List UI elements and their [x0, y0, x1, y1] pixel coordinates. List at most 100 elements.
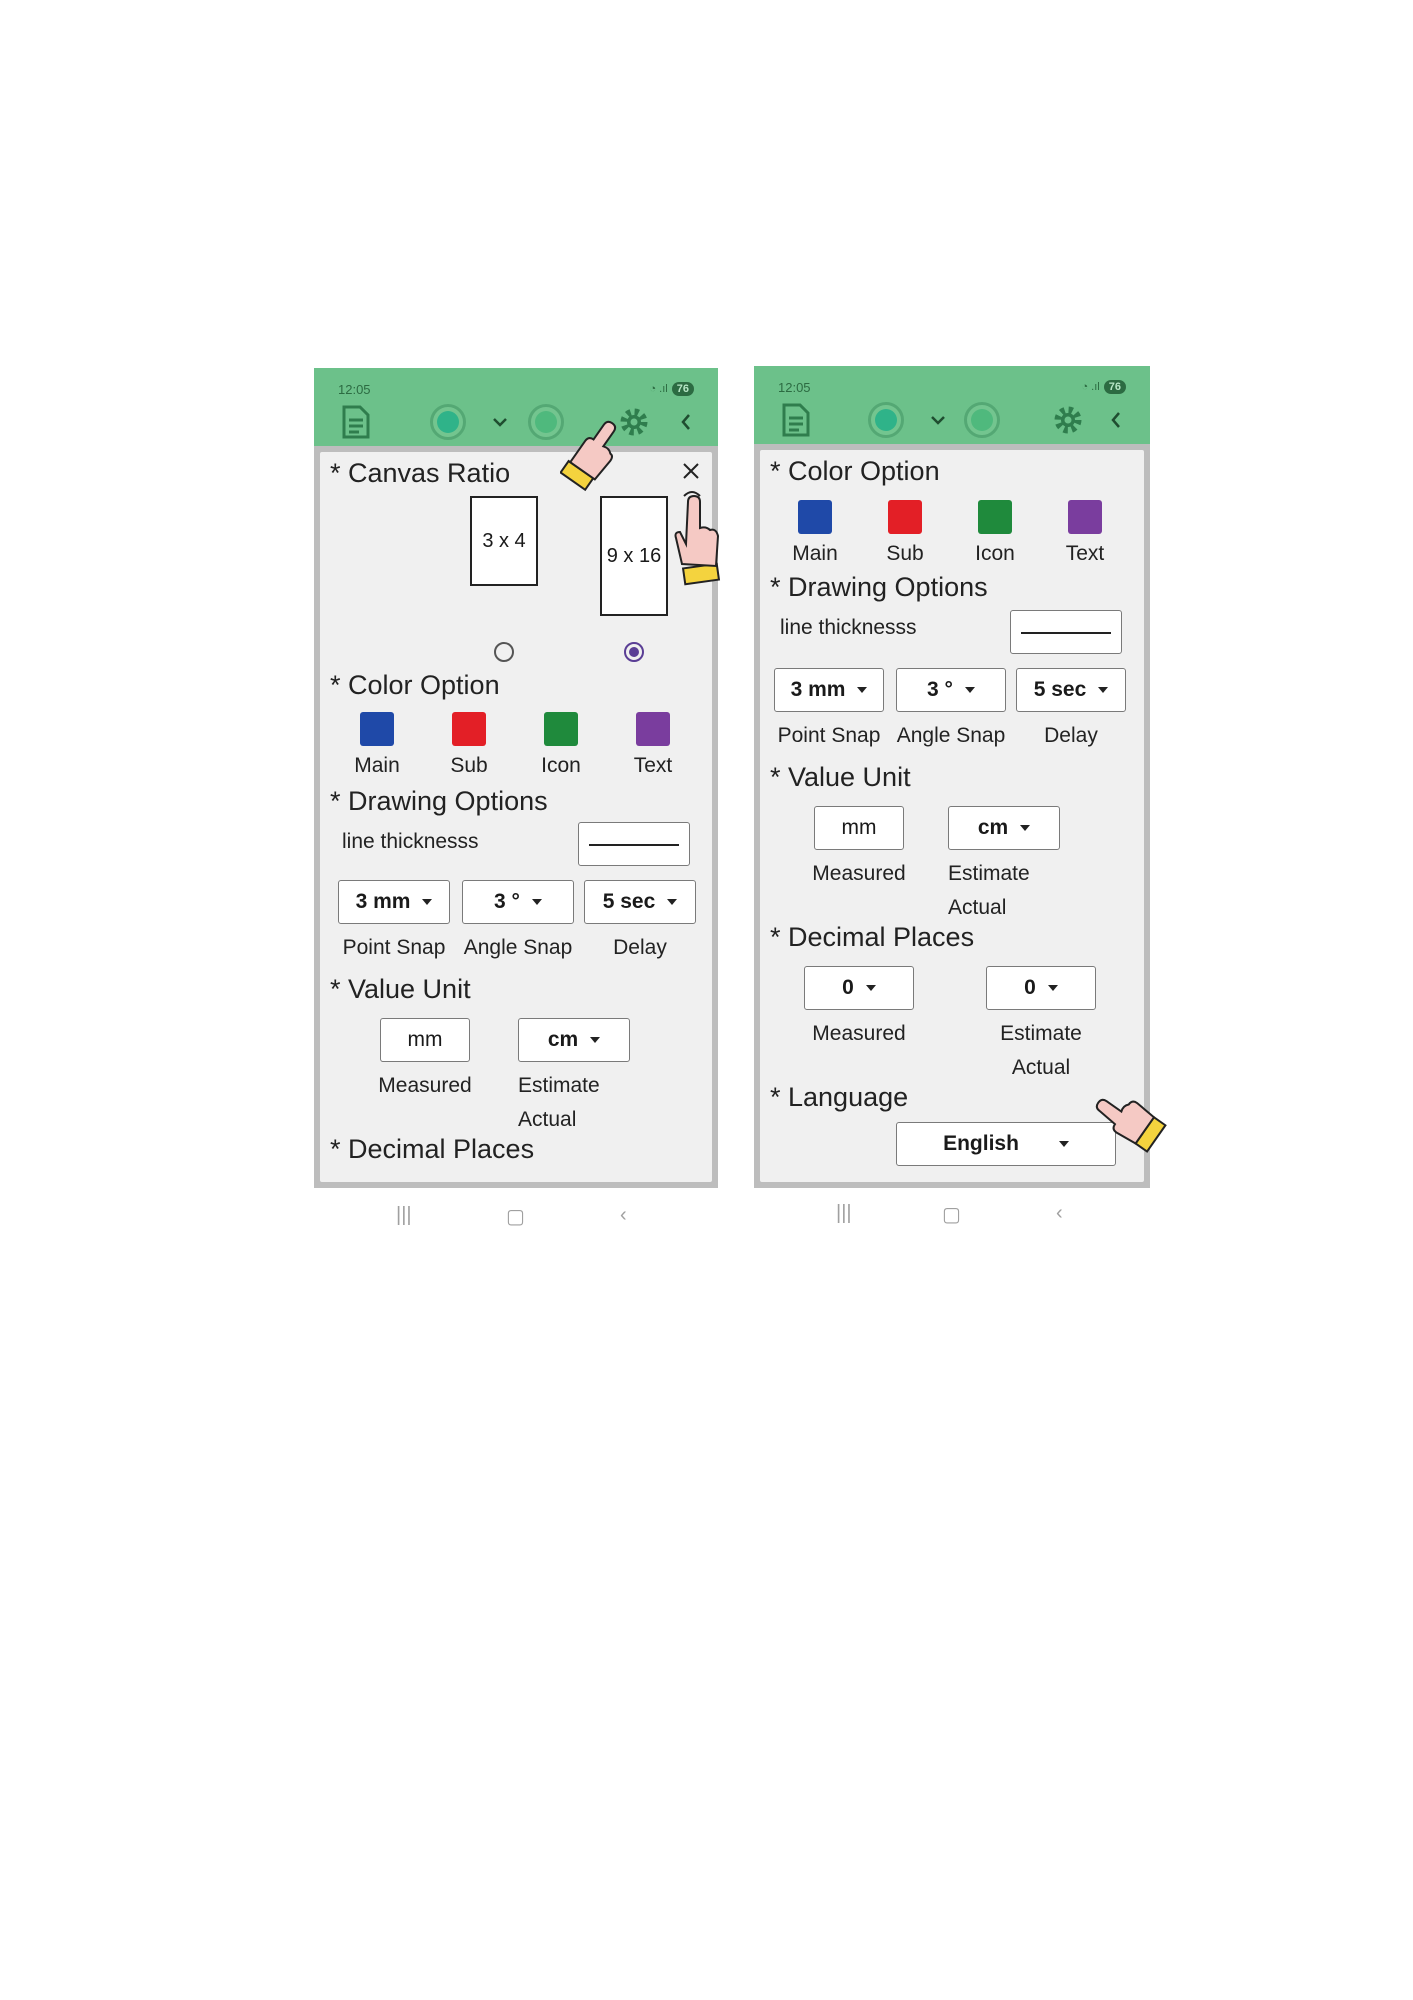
- phone-screen-left: 12:05 ◔ .ıl 76 * Canvas Ratio 3 x 4 9 x …: [314, 368, 718, 1188]
- color-option-title: * Color Option: [770, 456, 940, 486]
- ratio-9x16-option[interactable]: 9 x 16: [600, 496, 668, 616]
- main-color-label: Main: [792, 542, 838, 565]
- line-thickness-picker[interactable]: [578, 822, 690, 866]
- point-snap-dropdown[interactable]: 3 mm: [774, 668, 884, 712]
- gear-icon[interactable]: [1050, 402, 1086, 438]
- record-icon[interactable]: [868, 402, 904, 438]
- language-dropdown[interactable]: English: [896, 1122, 1116, 1166]
- record-icon-secondary[interactable]: [964, 402, 1000, 438]
- recent-apps-icon[interactable]: |||: [836, 1202, 852, 1225]
- point-snap-value: 3 mm: [355, 890, 411, 913]
- angle-snap-label: Angle Snap: [463, 936, 573, 959]
- sub-color-swatch[interactable]: [452, 712, 486, 746]
- measured-decimal-label: Measured: [812, 1022, 906, 1045]
- measured-decimal-value: 0: [842, 976, 854, 999]
- record-icon[interactable]: [430, 404, 466, 440]
- phone-screen-right: 12:05 ◔ .ıl 76 * Color Option Main Sub I…: [754, 366, 1150, 1188]
- icon-color-label: Icon: [975, 542, 1015, 565]
- angle-snap-value: 3 °: [927, 678, 953, 701]
- measured-label: Measured: [378, 1074, 472, 1097]
- line-thickness-label: line thicknesss: [780, 616, 917, 639]
- estimate-unit-dropdown[interactable]: cm: [518, 1018, 630, 1062]
- line-thickness-label: line thicknesss: [342, 830, 479, 853]
- caret-down-icon: [590, 1037, 601, 1043]
- settings-panel-content: * Canvas Ratio 3 x 4 9 x 16 * Color Opti…: [320, 452, 712, 1182]
- point-snap-label: Point Snap: [342, 936, 446, 959]
- chevron-down-icon[interactable]: [920, 402, 956, 438]
- angle-snap-dropdown[interactable]: 3 °: [896, 668, 1006, 712]
- drawing-options-title: * Drawing Options: [770, 572, 988, 602]
- caret-down-icon: [1020, 825, 1031, 831]
- canvas-ratio-title: * Canvas Ratio: [330, 458, 511, 488]
- record-icon-secondary[interactable]: [528, 404, 564, 440]
- home-icon[interactable]: ▢: [942, 1202, 961, 1227]
- main-color-label: Main: [354, 754, 400, 777]
- close-icon[interactable]: [680, 460, 702, 482]
- ratio-3x4-radio[interactable]: [494, 642, 514, 662]
- back-nav-icon[interactable]: ‹: [1056, 1202, 1063, 1225]
- pointing-hand-icon: [666, 488, 736, 593]
- sub-color-label: Sub: [450, 754, 488, 777]
- chevron-down-icon[interactable]: [482, 404, 518, 440]
- delay-value: 5 sec: [602, 890, 656, 913]
- pointing-hand-icon: [559, 420, 630, 505]
- estimate-unit-value: cm: [977, 816, 1009, 839]
- angle-snap-dropdown[interactable]: 3 °: [462, 880, 574, 924]
- estimate-label: Estimate: [518, 1074, 600, 1097]
- wifi-icon: ◔ .ıl: [1081, 381, 1100, 393]
- ratio-3x4-option[interactable]: 3 x 4: [470, 496, 538, 586]
- estimate-decimal-label: Estimate: [1000, 1022, 1082, 1045]
- back-icon[interactable]: [1098, 402, 1134, 438]
- measured-unit-field[interactable]: mm: [814, 806, 904, 850]
- delay-dropdown[interactable]: 5 sec: [584, 880, 696, 924]
- estimate-unit-dropdown[interactable]: cm: [948, 806, 1060, 850]
- decimal-places-title: * Decimal Places: [330, 1134, 535, 1164]
- wifi-icon: ◔ .ıl: [649, 383, 668, 395]
- settings-panel-content: * Color Option Main Sub Icon Text * Draw…: [760, 450, 1144, 1182]
- language-title: * Language: [770, 1082, 909, 1112]
- icon-color-swatch[interactable]: [978, 500, 1012, 534]
- delay-dropdown[interactable]: 5 sec: [1016, 668, 1126, 712]
- text-color-label: Text: [633, 754, 673, 777]
- estimate-label: Estimate: [948, 862, 1030, 885]
- battery-badge: 76: [1103, 380, 1126, 394]
- icon-color-swatch[interactable]: [544, 712, 578, 746]
- back-icon[interactable]: [668, 404, 704, 440]
- measured-unit-field[interactable]: mm: [380, 1018, 470, 1062]
- main-color-swatch[interactable]: [360, 712, 394, 746]
- point-snap-value: 3 mm: [790, 678, 846, 701]
- estimate-decimal-value: 0: [1024, 976, 1036, 999]
- estimate-decimal-dropdown[interactable]: 0: [986, 966, 1096, 1010]
- home-icon[interactable]: ▢: [506, 1204, 525, 1229]
- document-icon[interactable]: [778, 402, 814, 438]
- recent-apps-icon[interactable]: |||: [396, 1204, 412, 1227]
- status-bar: 12:05 ◔ .ıl 76: [338, 382, 694, 398]
- line-thickness-picker[interactable]: [1010, 610, 1122, 654]
- caret-down-icon: [667, 899, 678, 905]
- angle-snap-label: Angle Snap: [896, 724, 1006, 747]
- main-color-swatch[interactable]: [798, 500, 832, 534]
- caret-down-icon: [1098, 687, 1109, 693]
- delay-label: Delay: [613, 936, 667, 959]
- sub-color-swatch[interactable]: [888, 500, 922, 534]
- icon-color-label: Icon: [541, 754, 581, 777]
- status-bar: 12:05 ◔ .ıl 76: [778, 380, 1126, 396]
- drawing-options-title: * Drawing Options: [330, 786, 548, 816]
- caret-down-icon: [1047, 985, 1058, 991]
- caret-down-icon: [964, 687, 975, 693]
- decimal-places-title: * Decimal Places: [770, 922, 975, 952]
- measured-label: Measured: [812, 862, 906, 885]
- measured-decimal-dropdown[interactable]: 0: [804, 966, 914, 1010]
- point-snap-dropdown[interactable]: 3 mm: [338, 880, 450, 924]
- caret-down-icon: [857, 687, 868, 693]
- text-color-swatch[interactable]: [1068, 500, 1102, 534]
- language-value: English: [943, 1132, 1019, 1155]
- ratio-9x16-radio[interactable]: [624, 642, 644, 662]
- back-nav-icon[interactable]: ‹: [620, 1204, 627, 1227]
- settings-panel: * Color Option Main Sub Icon Text * Draw…: [754, 444, 1150, 1188]
- angle-snap-value: 3 °: [494, 890, 520, 913]
- document-icon[interactable]: [338, 404, 374, 440]
- text-color-swatch[interactable]: [636, 712, 670, 746]
- settings-panel: * Canvas Ratio 3 x 4 9 x 16 * Color Opti…: [314, 446, 718, 1188]
- app-toolbar: 12:05 ◔ .ıl 76: [754, 366, 1150, 444]
